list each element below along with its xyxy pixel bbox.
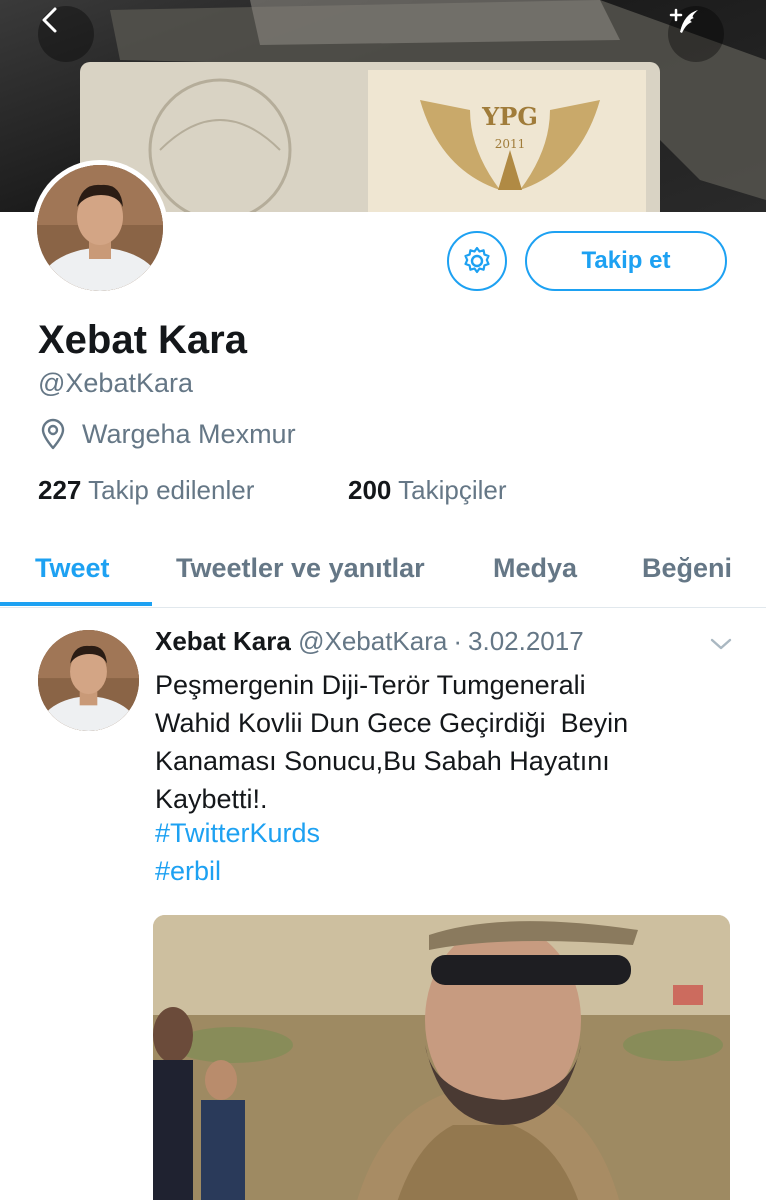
tab-media[interactable]: Medya <box>493 530 577 606</box>
banner-emblem-year: 2011 <box>495 137 526 151</box>
back-button[interactable] <box>38 6 94 62</box>
settings-button[interactable] <box>447 231 507 291</box>
tab-tweets-and-replies[interactable]: Tweetler ve yanıtlar <box>176 530 425 606</box>
tweet-text-line: Wahid Kovlii Dun Gece Geçirdiği Beyin <box>155 708 629 738</box>
hashtag-link[interactable]: #erbil <box>155 856 221 887</box>
followers-stat[interactable]: 200 Takipçiler <box>348 475 507 506</box>
chevron-down-icon[interactable] <box>708 634 734 654</box>
chevron-left-icon <box>42 7 57 33</box>
following-count: 227 <box>38 475 82 505</box>
profile-location: Wargeha Mexmur <box>38 418 296 450</box>
tweet-author-name[interactable]: Xebat Kara <box>155 626 291 656</box>
avatar-photo <box>38 630 139 731</box>
profile-handle: @XebatKara <box>38 368 193 398</box>
banner-emblem-text: YPG <box>481 102 538 131</box>
followers-label: Takipçiler <box>398 475 507 505</box>
follow-button[interactable]: Takip et <box>525 231 727 291</box>
location-text: Wargeha Mexmur <box>82 418 296 449</box>
profile-tabs: Tweet Tweetler ve yanıtlar Medya Beğeni <box>0 530 766 608</box>
avatar-photo <box>37 165 163 291</box>
profile-avatar[interactable] <box>32 160 168 296</box>
following-stat[interactable]: 227 Takip edilenler <box>38 475 254 506</box>
tweet-separator: · <box>453 626 463 656</box>
tweet-header: Xebat Kara @XebatKara · 3.02.2017 <box>155 626 584 657</box>
location-pin-icon <box>41 418 65 450</box>
compose-feather-icon <box>669 8 698 33</box>
active-tab-indicator <box>0 602 152 606</box>
tweet-author-avatar[interactable] <box>38 630 139 731</box>
tweet-photo <box>153 915 730 1200</box>
followers-count: 200 <box>348 475 392 505</box>
tweet-text-line: Peşmergenin Diji-Terör Tumgenerali <box>155 670 586 700</box>
tweet-text-line: Kaybetti!. <box>155 784 268 814</box>
tweet-text: Peşmergenin Diji-Terör Tumgenerali Wahid… <box>155 666 715 818</box>
gear-icon <box>464 246 490 274</box>
following-label: Takip edilenler <box>88 475 255 505</box>
tweet-author-handle[interactable]: @XebatKara <box>298 626 447 656</box>
tab-likes[interactable]: Beğeni <box>642 530 732 606</box>
hashtag-link[interactable]: #TwitterKurds <box>155 818 320 849</box>
tweet-text-line: Kanaması Sonucu,Bu Sabah Hayatını <box>155 746 610 776</box>
tweet-media-image[interactable] <box>153 915 730 1200</box>
tab-tweet[interactable]: Tweet <box>35 530 110 606</box>
compose-tweet-button[interactable] <box>668 6 724 62</box>
tweet-date[interactable]: 3.02.2017 <box>468 626 584 656</box>
profile-display-name: Xebat Kara <box>38 318 247 362</box>
